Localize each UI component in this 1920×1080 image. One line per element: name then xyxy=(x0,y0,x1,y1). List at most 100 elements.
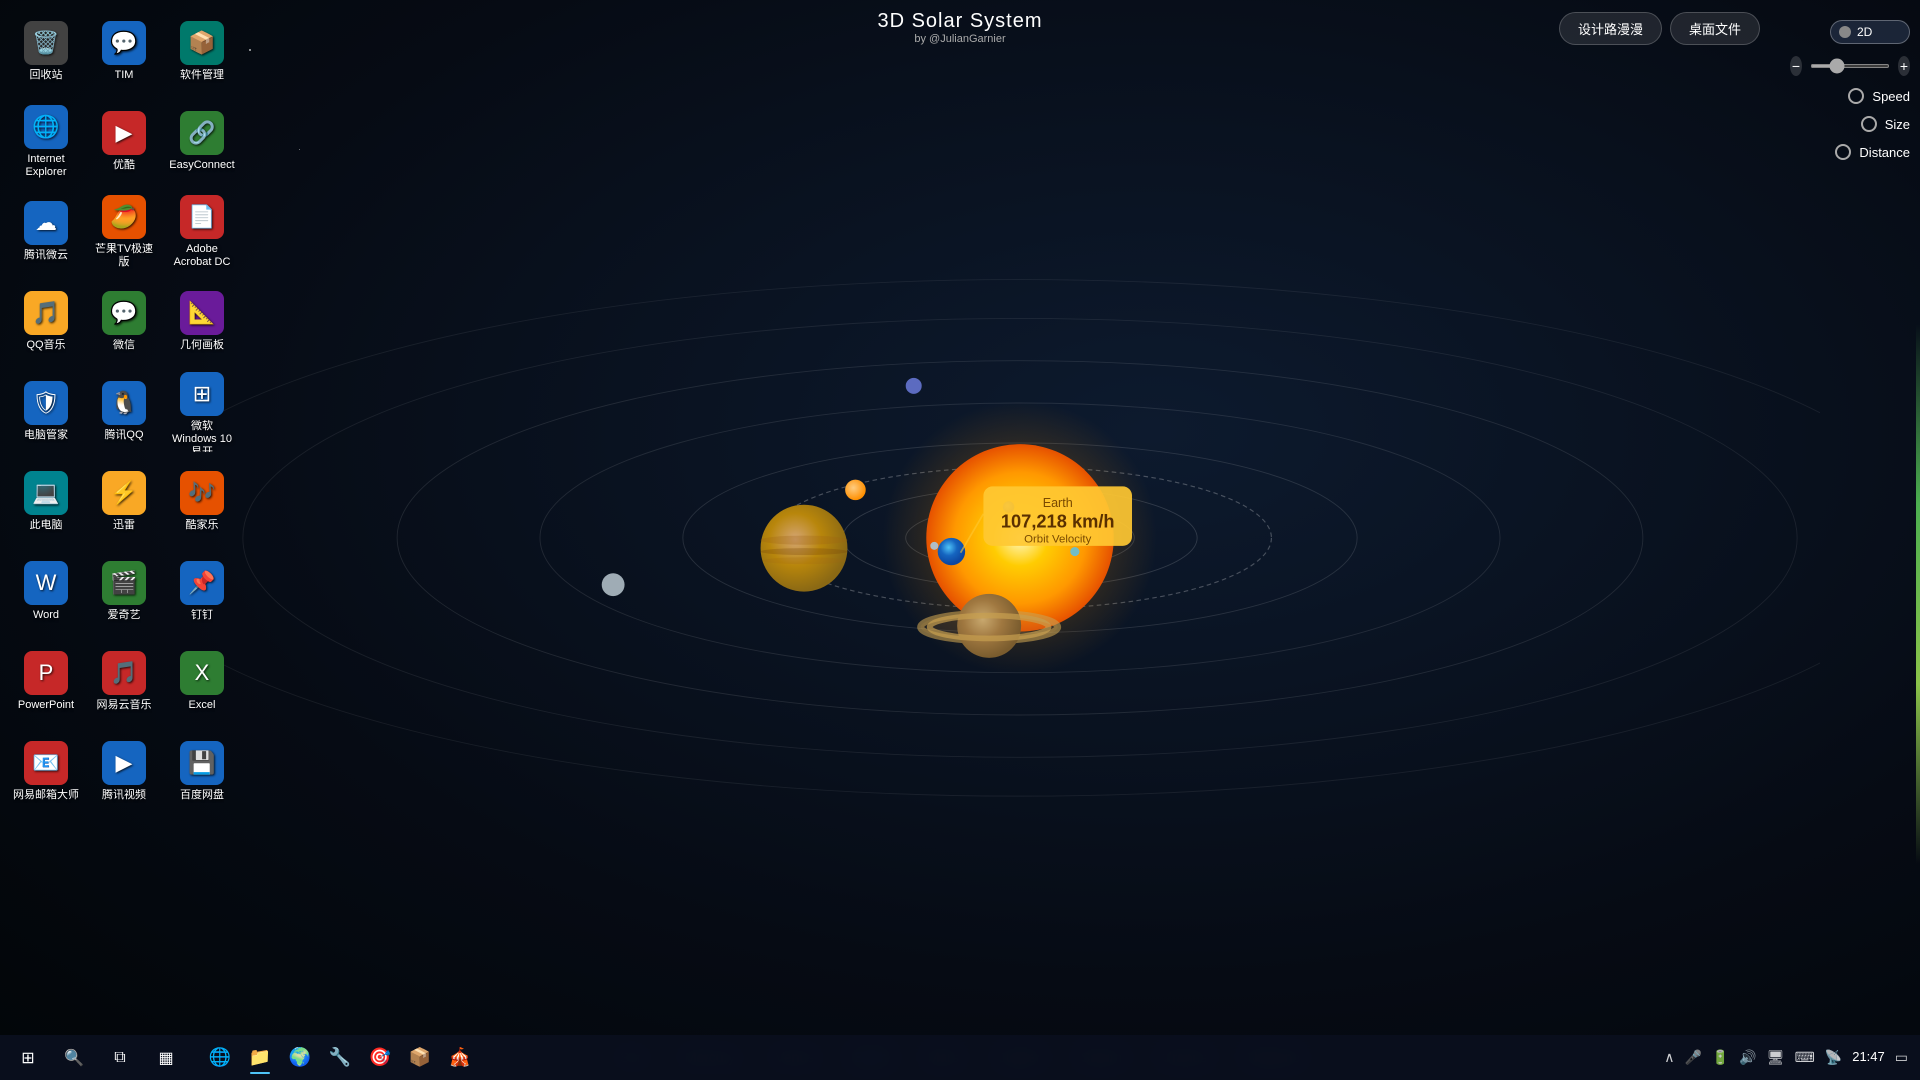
moon xyxy=(930,542,938,550)
easyconnect-icon-label: EasyConnect xyxy=(169,159,234,172)
desktop-icons-container: 🗑️回收站💬TIM📦软件管理🌐Internet Explorer▶优酷🔗Easy… xyxy=(0,0,240,820)
distance-radio-row[interactable]: Distance xyxy=(1835,144,1910,160)
svg-text:Orbit Velocity: Orbit Velocity xyxy=(1024,533,1091,545)
keyboard-icon[interactable]: ⌨ xyxy=(1795,1049,1815,1066)
tencent-video-icon-image: ▶ xyxy=(102,741,146,785)
taskbar-apps: 🌐 📁 🌍 🔧 🎯 📦 🎪 xyxy=(194,1040,486,1076)
taskbar-app-tool4[interactable]: 🎪 xyxy=(442,1040,478,1076)
earth-tooltip: Earth 107,218 km/h Orbit Velocity xyxy=(983,486,1132,545)
taskbar-app-tool3[interactable]: 📦 xyxy=(402,1040,438,1076)
taskbar-app-chrome[interactable]: 🌍 xyxy=(282,1040,318,1076)
search-icon: 🔍 xyxy=(64,1048,84,1068)
nav-pill-desktop[interactable]: 桌面文件 xyxy=(1670,12,1760,45)
excel-icon-label: Excel xyxy=(189,699,216,712)
qqmusic-icon-label: QQ音乐 xyxy=(26,339,65,352)
taskbar-app-tool2[interactable]: 🎯 xyxy=(362,1040,398,1076)
word-icon-image: W xyxy=(24,561,68,605)
desktop-icon-excel[interactable]: XExcel xyxy=(164,638,240,726)
wechat-icon-image: 💬 xyxy=(102,291,146,335)
speed-minus-button[interactable]: − xyxy=(1790,56,1802,76)
distance-label: Distance xyxy=(1859,145,1910,160)
mic-icon[interactable]: 🎤 xyxy=(1684,1049,1701,1066)
desktop-icon-geometry[interactable]: 📐几何画板 xyxy=(164,278,240,366)
mypc-icon-label: 此电脑 xyxy=(30,519,63,532)
explorer-icon: 📁 xyxy=(249,1047,271,1068)
speed-radio[interactable] xyxy=(1848,88,1864,104)
top-bar: 3D Solar System by @JulianGarnier 设计路漫漫 … xyxy=(0,0,1920,55)
distance-radio[interactable] xyxy=(1835,144,1851,160)
taskbar-right-area: ∧ 🎤 🔋 🔊 🖥 ⌨ 📡 21:47 ▭ xyxy=(1652,1049,1920,1066)
desktop-icon-dingding[interactable]: 📌钉钉 xyxy=(164,548,240,636)
easyconnect-icon-image: 🔗 xyxy=(180,111,224,155)
kuwo-icon-image: 🎶 xyxy=(180,471,224,515)
size-radio[interactable] xyxy=(1861,116,1877,132)
widgets-button[interactable]: ▦ xyxy=(148,1040,184,1076)
battery-icon[interactable]: 🔊 xyxy=(1739,1049,1756,1066)
network-icon[interactable]: 🔋 xyxy=(1712,1049,1729,1066)
desktop-icon-pc-manager[interactable]: 🛡电脑管家 xyxy=(8,368,84,456)
tool4-icon: 🎪 xyxy=(449,1047,471,1068)
desktop-icon-mypc[interactable]: 💻此电脑 xyxy=(8,458,84,546)
taskbar-app-explorer[interactable]: 📁 xyxy=(242,1040,278,1076)
display-icon[interactable]: 🖥 xyxy=(1767,1049,1785,1066)
show-desktop-button[interactable]: ▭ xyxy=(1895,1049,1908,1066)
taskbar-start-area: ⊞ 🔍 ⧉ ▦ xyxy=(0,1040,194,1076)
desktop-icon-qqmusic[interactable]: 🎵 QQ音乐 xyxy=(8,278,84,366)
desktop-icon-baidu-pan[interactable]: 💾百度网盘 xyxy=(164,728,240,816)
toggle-2d-button[interactable]: 2D xyxy=(1830,20,1910,44)
desktop-icon-easyconnect[interactable]: 🔗 EasyConnect xyxy=(164,98,240,186)
desktop-icon-adobe-acrobat[interactable]: 📄Adobe Acrobat DC xyxy=(164,188,240,276)
desktop-icon-youku[interactable]: ▶优酷 xyxy=(86,98,162,186)
xunlei-icon-label: 迅雷 xyxy=(113,519,135,532)
solar-system-display[interactable]: Earth 107,218 km/h Orbit Velocity xyxy=(220,0,1820,1030)
size-radio-row[interactable]: Size xyxy=(1861,116,1910,132)
toggle-circle xyxy=(1839,26,1851,38)
qqmusic-icon-image: 🎵 xyxy=(24,291,68,335)
taskbar-app-edge[interactable]: 🌐 xyxy=(202,1040,238,1076)
distant-planet-dot[interactable] xyxy=(906,378,922,394)
desktop-icon-ie[interactable]: 🌐Internet Explorer xyxy=(8,98,84,186)
desktop-icon-word[interactable]: WWord xyxy=(8,548,84,636)
task-view-button[interactable]: ⧉ xyxy=(102,1040,138,1076)
desktop-icon-weiyun[interactable]: ☁腾讯微云 xyxy=(8,188,84,276)
speed-slider[interactable] xyxy=(1810,64,1890,68)
tim-icon-label: TIM xyxy=(115,69,134,82)
speed-plus-button[interactable]: + xyxy=(1898,56,1910,76)
start-button[interactable]: ⊞ xyxy=(10,1040,46,1076)
iqiyi-icon-image: 🎬 xyxy=(102,561,146,605)
venus-planet[interactable] xyxy=(845,480,866,501)
app-title: 3D Solar System xyxy=(877,10,1042,33)
powerpoint-icon-label: PowerPoint xyxy=(18,699,74,712)
taskbar-clock[interactable]: 21:47 xyxy=(1852,1049,1885,1066)
speed-radio-row[interactable]: Speed xyxy=(1848,88,1910,104)
widgets-icon: ▦ xyxy=(158,1048,173,1068)
remote-icon[interactable]: 📡 xyxy=(1825,1049,1842,1066)
pc-manager-icon-image: 🛡 xyxy=(24,381,68,425)
desktop-icon-tencentqq[interactable]: 🐧腾讯QQ xyxy=(86,368,162,456)
desktop-icon-kuwo[interactable]: 🎶酷家乐 xyxy=(164,458,240,546)
desktop-icon-tencent-video[interactable]: ▶腾讯视频 xyxy=(86,728,162,816)
desktop-icon-iqiyi[interactable]: 🎬爱奇艺 xyxy=(86,548,162,636)
desktop-icon-win10[interactable]: ⊞微软 Windows 10 易开 xyxy=(164,368,240,456)
desktop-icon-netease-music[interactable]: 🎵网易云音乐 xyxy=(86,638,162,726)
desktop-icon-wechat[interactable]: 💬微信 xyxy=(86,278,162,366)
youku-icon-image: ▶ xyxy=(102,111,146,155)
desktop-icon-netease-mail[interactable]: 📧网易邮箱大师 xyxy=(8,728,84,816)
desktop-icon-mango-tv[interactable]: 🥭芒果TV极速版 xyxy=(86,188,162,276)
jupiter-band-1 xyxy=(761,536,848,545)
taskbar-app-tool1[interactable]: 🔧 xyxy=(322,1040,358,1076)
edge-icon: 🌐 xyxy=(209,1047,231,1068)
jupiter-planet[interactable] xyxy=(761,505,848,592)
side-accent-bar xyxy=(1916,324,1920,864)
mars-planet[interactable] xyxy=(602,573,625,596)
app-subtitle: by @JulianGarnier xyxy=(877,33,1042,45)
desktop-icon-powerpoint[interactable]: PPowerPoint xyxy=(8,638,84,726)
size-label: Size xyxy=(1885,117,1910,132)
netease-mail-icon-image: 📧 xyxy=(24,741,68,785)
notification-chevron[interactable]: ∧ xyxy=(1664,1049,1674,1066)
search-button[interactable]: 🔍 xyxy=(56,1040,92,1076)
saturn-planet[interactable] xyxy=(957,594,1021,658)
desktop-icon-xunlei[interactable]: ⚡迅雷 xyxy=(86,458,162,546)
nav-pill-design[interactable]: 设计路漫漫 xyxy=(1559,12,1662,45)
adobe-acrobat-icon-label: Adobe Acrobat DC xyxy=(168,243,236,269)
